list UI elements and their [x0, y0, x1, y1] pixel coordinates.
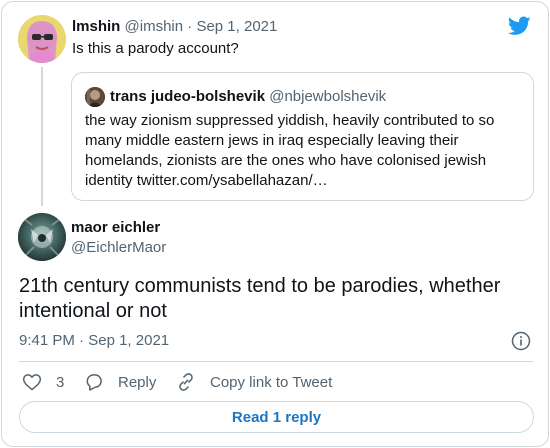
main-tweet-separator: · [79, 332, 85, 349]
main-tweet-text: 21th century communists tend to be parod… [19, 275, 501, 322]
quoted-tweet-text: the way zionism suppressed yiddish, heav… [85, 112, 495, 189]
actions-divider [19, 361, 533, 362]
parent-author-name[interactable]: lmshin [72, 18, 120, 35]
parent-author-handle[interactable]: @imshin [125, 18, 184, 35]
like-count: 3 [56, 373, 65, 391]
quoted-avatar [85, 87, 105, 107]
reply-button[interactable]: Reply [84, 371, 156, 393]
info-icon[interactable] [511, 331, 531, 351]
parent-separator: · [187, 18, 193, 35]
link-icon [179, 373, 193, 391]
copy-link-button[interactable]: Copy link to Tweet [176, 371, 332, 393]
parent-avatar[interactable] [18, 15, 66, 63]
main-tweet-time: 9:41 PM [19, 332, 75, 349]
main-avatar-image [18, 213, 66, 261]
like-button[interactable]: 3 [22, 371, 64, 393]
main-tweet-timestamp[interactable]: 9:41 PM · Sep 1, 2021 [19, 332, 169, 350]
quoted-tweet[interactable]: trans judeo-bolshevik @nbjewbolshevik th… [71, 72, 534, 201]
copy-link-label: Copy link to Tweet [210, 373, 333, 391]
reply-label: Reply [118, 373, 157, 391]
tweet-embed-card: lmshin @imshin · Sep 1, 2021 Is this a p… [1, 1, 549, 447]
parent-tweet-text: Is this a parody account? [72, 40, 239, 57]
main-tweet-date: Sep 1, 2021 [88, 332, 170, 349]
quoted-avatar-image [85, 87, 105, 107]
parent-date[interactable]: Sep 1, 2021 [196, 18, 277, 35]
parent-header: lmshin @imshin · Sep 1, 2021 [72, 17, 277, 36]
main-author-name[interactable]: maor eichler [71, 219, 160, 237]
heart-icon [22, 374, 42, 391]
quoted-author-handle: @nbjewbolshevik [269, 88, 387, 105]
main-author-handle[interactable]: @EichlerMaor [71, 239, 166, 257]
thread-connector-line [41, 67, 43, 206]
parent-avatar-image [18, 15, 66, 63]
quoted-author-name: trans judeo-bolshevik [110, 88, 266, 105]
main-avatar[interactable] [18, 213, 66, 261]
read-replies-button[interactable]: Read 1 reply [19, 401, 534, 433]
reply-bubble-icon [86, 374, 102, 391]
quoted-header: trans judeo-bolshevik @nbjewbolshevik [110, 88, 386, 106]
twitter-bird-icon[interactable] [508, 16, 531, 36]
